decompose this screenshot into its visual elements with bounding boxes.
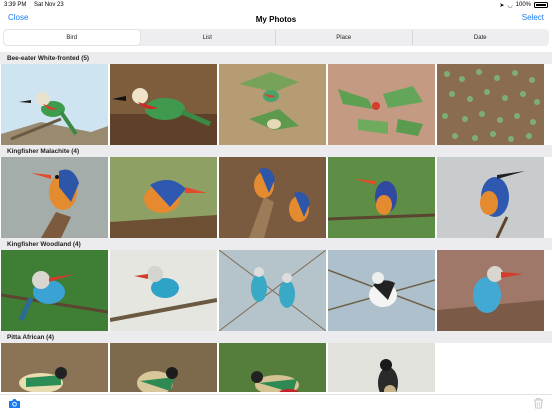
wifi-icon: ◡	[507, 2, 513, 9]
battery-percent: 100%	[515, 2, 531, 8]
close-button[interactable]: Close	[8, 13, 28, 22]
photo-thumbnail[interactable]	[328, 64, 435, 145]
location-icon: ➤	[499, 2, 505, 9]
photo-thumbnail[interactable]	[110, 64, 217, 145]
photo-thumbnail[interactable]	[110, 250, 217, 331]
photo-thumbnail[interactable]	[1, 250, 108, 331]
segment-place[interactable]: Place	[275, 30, 412, 45]
photo-thumbnail[interactable]	[437, 250, 544, 331]
section-header-pitta: Pitta African (4)	[0, 331, 552, 343]
camera-icon[interactable]	[8, 396, 21, 414]
status-right: ➤ ◡ 100%	[499, 2, 548, 9]
section-header-woodland: Kingfisher Woodland (4)	[0, 238, 552, 250]
trash-icon[interactable]	[533, 396, 544, 414]
segment-list[interactable]: List	[140, 30, 276, 45]
photo-row	[0, 343, 552, 392]
photo-thumbnail[interactable]	[328, 157, 435, 238]
photo-thumbnail[interactable]	[1, 157, 108, 238]
photo-thumbnail[interactable]	[437, 157, 544, 238]
photo-thumbnail[interactable]	[437, 64, 544, 145]
segment-date[interactable]: Date	[411, 30, 549, 45]
photo-thumbnail[interactable]	[110, 157, 217, 238]
photo-thumbnail[interactable]	[219, 250, 326, 331]
photo-row	[0, 250, 552, 331]
photo-thumbnail[interactable]	[328, 343, 435, 392]
photo-thumbnail[interactable]	[110, 343, 217, 392]
sort-segmented-control: Bird List Place Date	[3, 29, 549, 46]
segment-bird[interactable]: Bird	[4, 30, 140, 45]
status-date: Sat Nov 23	[34, 2, 64, 8]
photo-thumbnail[interactable]	[219, 64, 326, 145]
photo-row	[0, 157, 552, 238]
photo-thumbnail[interactable]	[219, 343, 326, 392]
photo-thumbnail[interactable]	[219, 157, 326, 238]
photo-thumbnail[interactable]	[328, 250, 435, 331]
navigation-bar: Close My Photos Select	[0, 10, 552, 28]
status-time: 3:39 PM	[4, 2, 27, 8]
photo-grid[interactable]: Bee-eater White-fronted (5) Kingfisher M…	[0, 52, 552, 392]
select-button[interactable]: Select	[522, 13, 544, 22]
status-bar: 3:39 PM Sat Nov 23 ➤ ◡ 100%	[0, 0, 552, 10]
photo-thumbnail[interactable]	[1, 343, 108, 392]
photo-thumbnail[interactable]	[1, 64, 108, 145]
battery-icon	[534, 2, 548, 8]
bottom-toolbar	[0, 394, 552, 414]
section-header-bee-eater: Bee-eater White-fronted (5)	[0, 52, 552, 64]
status-left: 3:39 PM Sat Nov 23	[4, 2, 70, 8]
photo-row	[0, 64, 552, 145]
page-title: My Photos	[255, 14, 297, 24]
section-header-malachite: Kingfisher Malachite (4)	[0, 145, 552, 157]
